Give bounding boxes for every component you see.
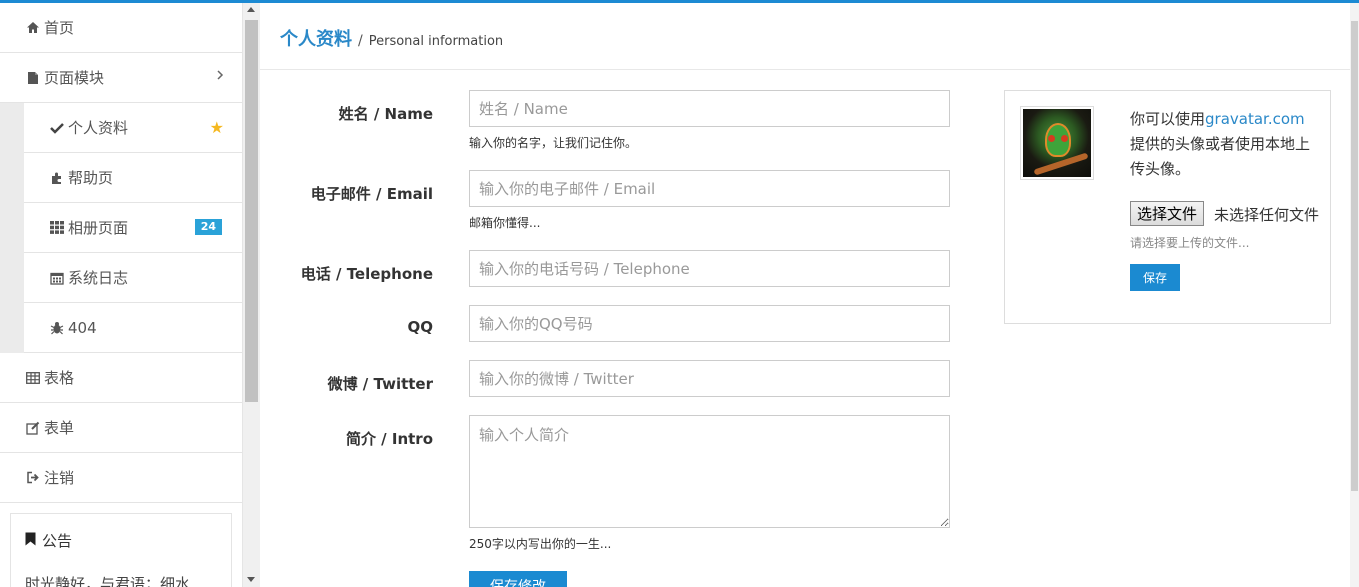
star-icon: ★	[209, 118, 224, 137]
intro-textarea[interactable]	[469, 415, 950, 528]
scroll-up-icon[interactable]	[247, 7, 255, 12]
file-icon	[24, 71, 42, 85]
sidebar-item-label: 帮助页	[68, 169, 114, 187]
sidebar-item-log[interactable]: 系统日志	[24, 253, 242, 303]
sidebar: 首页 页面模块 个人资料 ★ 帮助页 相册页面 24 系统日志 404 表格 表…	[0, 3, 243, 587]
sidebar-item-home[interactable]: 首页	[0, 3, 242, 53]
page-subtitle: Personal information	[368, 34, 504, 49]
name-input[interactable]	[469, 90, 950, 127]
bug-icon	[48, 321, 66, 335]
sidebar-item-label: 表单	[44, 419, 75, 437]
intro-label: 简介 / Intro	[345, 430, 433, 448]
name-help: 输入你的名字，让我们记住你。	[469, 136, 638, 150]
sign-out-icon	[24, 471, 42, 484]
avatar-description: 你可以使用gravatar.com 提供的头像或者使用本地上传头像。	[1130, 107, 1315, 182]
sidebar-item-gallery[interactable]: 相册页面 24	[24, 203, 242, 253]
name-label: 姓名 / Name	[338, 105, 433, 123]
avatar-panel: 你可以使用gravatar.com 提供的头像或者使用本地上传头像。 选择文件 未…	[1004, 90, 1331, 324]
home-icon	[24, 21, 42, 34]
sidebar-item-logout[interactable]: 注销	[0, 453, 242, 503]
breadcrumb-separator: /	[358, 33, 363, 49]
notice-box: 公告 时光静好，与君语；细水	[10, 513, 232, 587]
avatar-image	[1023, 109, 1091, 177]
avatar-text-after: 提供的头像或者使用本地上传头像。	[1130, 135, 1311, 178]
sidebar-item-pages[interactable]: 页面模块	[0, 53, 242, 103]
sidebar-item-label: 首页	[44, 19, 75, 37]
page-scrollbar-thumb[interactable]	[1351, 21, 1358, 491]
file-status: 未选择任何文件	[1214, 206, 1320, 224]
sidebar-item-help[interactable]: 帮助页	[24, 153, 242, 203]
main-content: 个人资料 / Personal information 姓名 / Name 输入…	[260, 3, 1350, 587]
phone-input[interactable]	[469, 250, 950, 287]
sidebar-submenu: 个人资料 ★ 帮助页 相册页面 24 系统日志 404	[0, 103, 242, 353]
sidebar-item-label: 页面模块	[44, 69, 105, 87]
sidebar-item-label: 个人资料	[68, 119, 129, 137]
scroll-down-icon[interactable]	[247, 577, 255, 582]
sidebar-item-label: 系统日志	[68, 269, 129, 287]
avatar	[1020, 106, 1094, 180]
choose-file-button[interactable]: 选择文件	[1130, 201, 1205, 226]
puzzle-icon	[48, 171, 66, 185]
gravatar-link[interactable]: gravatar.com	[1205, 110, 1305, 128]
weibo-label: 微博 / Twitter	[327, 375, 433, 393]
calendar-icon	[48, 271, 66, 285]
save-avatar-button[interactable]: 保存	[1130, 264, 1180, 291]
sidebar-item-label: 表格	[44, 369, 75, 387]
scrollbar-thumb[interactable]	[245, 20, 258, 402]
sidebar-scrollbar[interactable]	[243, 3, 260, 587]
table-icon	[24, 371, 42, 384]
chevron-right-icon	[216, 69, 224, 85]
qq-input[interactable]	[469, 305, 950, 342]
sidebar-item-forms[interactable]: 表单	[0, 403, 242, 453]
page-scrollbar[interactable]	[1350, 3, 1359, 587]
qq-label: QQ	[407, 318, 433, 336]
page-title: 个人资料	[280, 29, 352, 50]
page-header: 个人资料 / Personal information	[260, 3, 1350, 70]
notice-title-label: 公告	[42, 532, 73, 550]
bookmark-icon	[25, 532, 36, 550]
sidebar-item-label: 注销	[44, 469, 75, 487]
sidebar-item-label: 404	[68, 318, 97, 337]
grid-icon	[48, 221, 66, 234]
weibo-input[interactable]	[469, 360, 950, 397]
check-icon	[48, 122, 66, 134]
email-input[interactable]	[469, 170, 950, 207]
edit-icon	[24, 421, 42, 435]
save-changes-button[interactable]: 保存修改	[469, 571, 567, 587]
notice-text: 时光静好，与君语；细水	[25, 575, 191, 587]
avatar-text-before: 你可以使用	[1130, 110, 1206, 128]
intro-help: 250字以内写出你的一生...	[469, 537, 612, 551]
phone-label: 电话 / Telephone	[300, 265, 433, 283]
email-help: 邮箱你懂得...	[469, 216, 541, 230]
email-label: 电子邮件 / Email	[310, 185, 433, 203]
count-badge: 24	[194, 219, 222, 235]
sidebar-item-profile[interactable]: 个人资料 ★	[24, 103, 242, 153]
notice-title: 公告	[25, 530, 217, 551]
sidebar-item-label: 相册页面	[68, 219, 129, 237]
sidebar-item-tables[interactable]: 表格	[0, 353, 242, 403]
sidebar-item-404[interactable]: 404	[24, 303, 242, 353]
upload-help: 请选择要上传的文件...	[1130, 236, 1250, 250]
